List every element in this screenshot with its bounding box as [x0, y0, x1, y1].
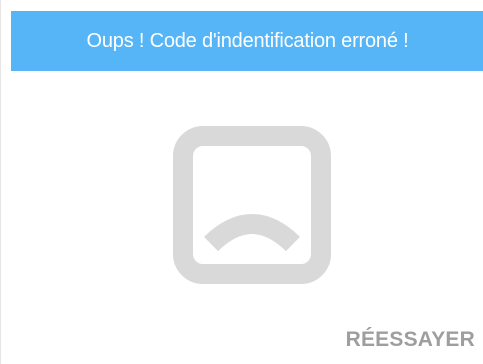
dialog-header: Oups ! Code d'indentification erroné !	[11, 11, 483, 71]
dialog-title: Oups ! Code d'indentification erroné !	[86, 29, 409, 52]
retry-button[interactable]: RÉESSAYER	[342, 324, 479, 356]
sad-face-icon	[173, 126, 331, 284]
error-dialog: Oups ! Code d'indentification erroné ! R…	[0, 0, 483, 364]
